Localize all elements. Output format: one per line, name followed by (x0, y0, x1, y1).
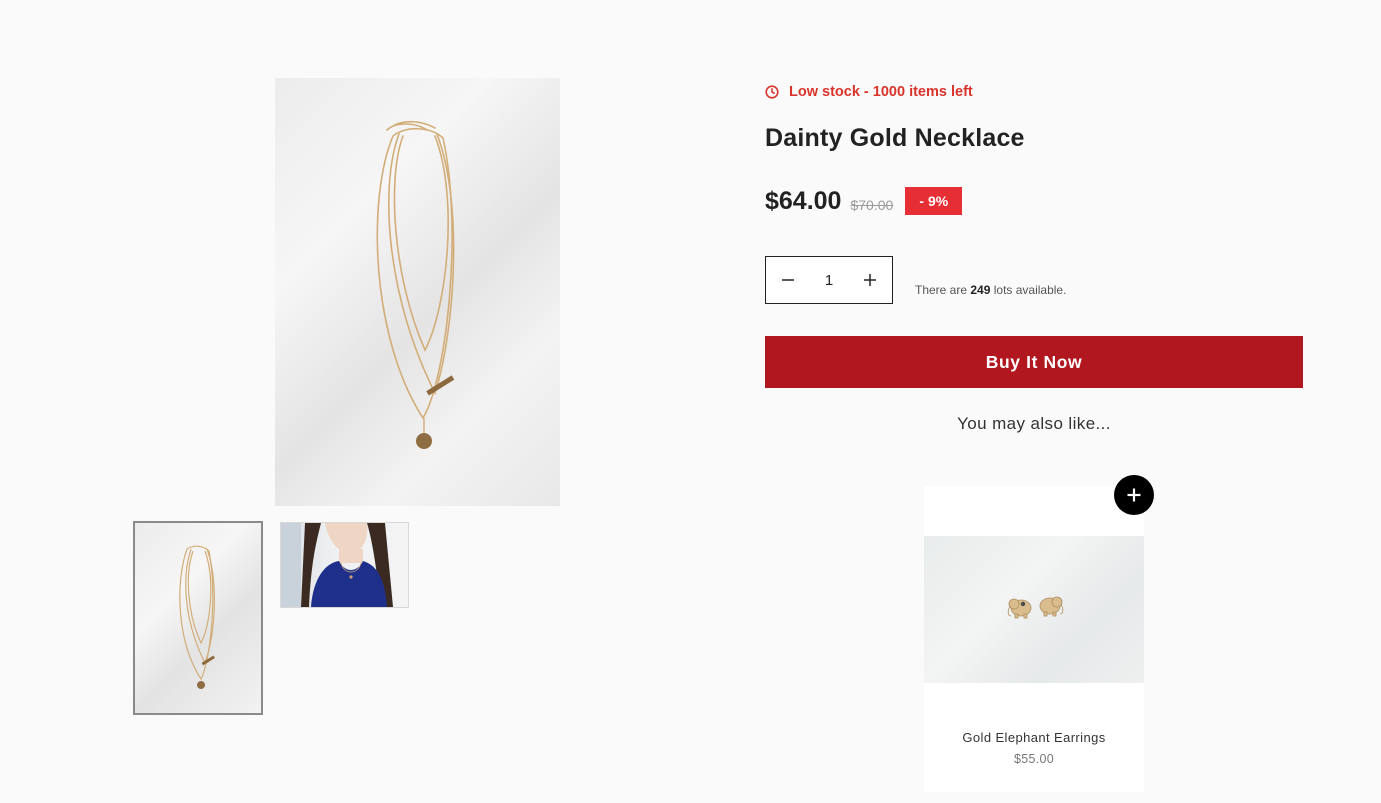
minus-icon (782, 279, 794, 281)
plus-icon (864, 274, 876, 286)
availability-text: There are 249 lots available. (915, 283, 1066, 297)
necklace-thumb-illustration (179, 545, 215, 689)
model-thumb-illustration (281, 523, 393, 607)
recommendation-card[interactable]: Gold Elephant Earrings $55.00 (924, 486, 1144, 792)
recommendation-image[interactable] (924, 536, 1144, 683)
plus-icon (1127, 488, 1141, 502)
main-product-image[interactable] (275, 78, 560, 506)
availability-count: 249 (970, 283, 991, 297)
price-row: $64.00 $70.00 - 9% (765, 184, 963, 218)
quick-add-button[interactable] (1114, 475, 1154, 515)
recommendation-price: $55.00 (1013, 752, 1055, 766)
availability-prefix: There are (915, 283, 971, 297)
product-page: Low stock - 1000 items left Dainty Gold … (0, 0, 1381, 803)
increase-quantity-button[interactable] (848, 257, 892, 303)
elephant-earrings-illustration (1007, 596, 1064, 619)
stock-text: Low stock - 1000 items left (789, 84, 973, 100)
current-price: $64.00 (765, 186, 842, 215)
necklace-illustration (376, 120, 455, 449)
product-title: Dainty Gold Necklace (765, 124, 1025, 152)
buy-it-now-button[interactable]: Buy It Now (765, 336, 1303, 388)
quantity-stepper (765, 256, 893, 304)
decrease-quantity-button[interactable] (766, 257, 810, 303)
recommendation-name[interactable]: Gold Elephant Earrings (924, 730, 1144, 745)
discount-badge: - 9% (905, 187, 963, 215)
clock-icon (765, 85, 779, 99)
quantity-input[interactable] (811, 271, 847, 289)
thumbnail-necklace-worn[interactable] (280, 522, 409, 608)
compare-price: $70.00 (850, 197, 894, 213)
thumbnail-necklace-flatlay[interactable] (133, 521, 263, 715)
stock-notice: Low stock - 1000 items left (765, 82, 973, 102)
availability-suffix: lots available. (990, 283, 1067, 297)
recommendations-heading: You may also like... (957, 414, 1111, 433)
